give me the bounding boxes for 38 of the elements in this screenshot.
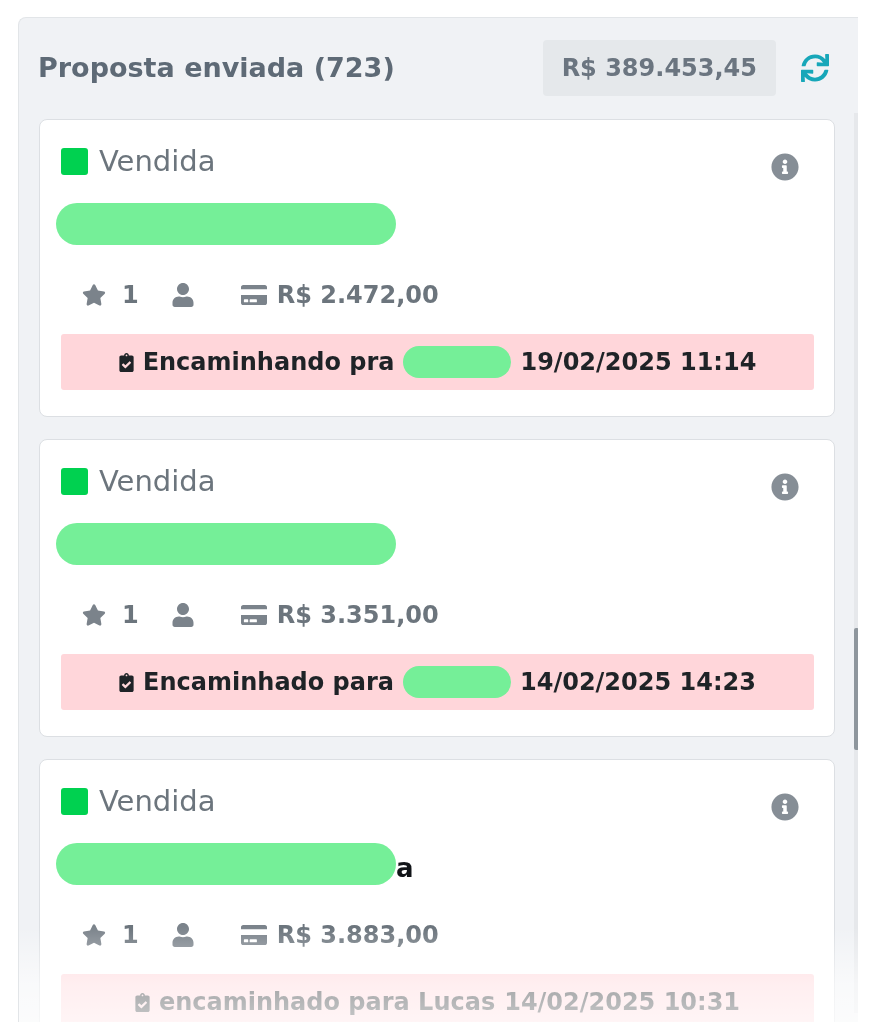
clipboard-check-icon (119, 672, 135, 692)
deal-card[interactable]: Vendida 1 R$ 2.472,00 Encaminhando pra 19/02/2025 11:14 (39, 119, 835, 417)
refresh-button[interactable] (800, 53, 830, 83)
status-label: Vendida (99, 784, 216, 818)
user-icon (170, 283, 195, 307)
star-count: 1 (122, 281, 139, 309)
credit-card-icon (240, 602, 267, 628)
clipboard-check-icon (134, 992, 150, 1012)
forward-text: Encaminhado para (143, 667, 395, 697)
info-icon[interactable] (771, 473, 799, 501)
credit-card-icon (240, 922, 267, 948)
clipboard-check-icon (118, 352, 134, 372)
deal-amount: R$ 3.883,00 (276, 921, 439, 949)
scrollbar-thumb[interactable] (854, 628, 858, 750)
star-icon (82, 283, 106, 307)
status-label: Vendida (99, 464, 216, 498)
user-icon (170, 923, 195, 947)
forward-text: encaminhado para Lucas (158, 987, 496, 1017)
forward-date: 14/02/2025 10:31 (504, 987, 741, 1017)
star-icon (82, 923, 106, 947)
deal-card[interactable]: Vendida 1 R$ 3.351,00 Encaminhado para 14/02/2025 14:23 (39, 439, 835, 737)
column-total: R$ 389.453,45 (542, 40, 776, 96)
info-icon[interactable] (771, 153, 799, 181)
info-icon[interactable] (771, 793, 799, 821)
deal-amount: R$ 3.351,00 (276, 601, 439, 629)
star-icon (82, 603, 106, 627)
credit-card-icon (240, 282, 267, 308)
forward-date: 19/02/2025 11:14 (520, 347, 757, 377)
star-count: 1 (122, 921, 139, 949)
column-title: Proposta enviada (723) (38, 51, 396, 85)
status-label: Vendida (99, 144, 216, 178)
forward-date: 14/02/2025 14:23 (520, 667, 756, 697)
client-name: a (396, 855, 414, 881)
user-icon (170, 603, 195, 627)
deal-card[interactable]: Vendida a 1 R$ 3.883,00 encaminhado para Lucas 14/02/2025 10:31 (39, 759, 835, 1022)
forward-text: Encaminhando pra (142, 347, 395, 377)
star-count: 1 (122, 601, 139, 629)
deal-amount: R$ 2.472,00 (276, 281, 439, 309)
